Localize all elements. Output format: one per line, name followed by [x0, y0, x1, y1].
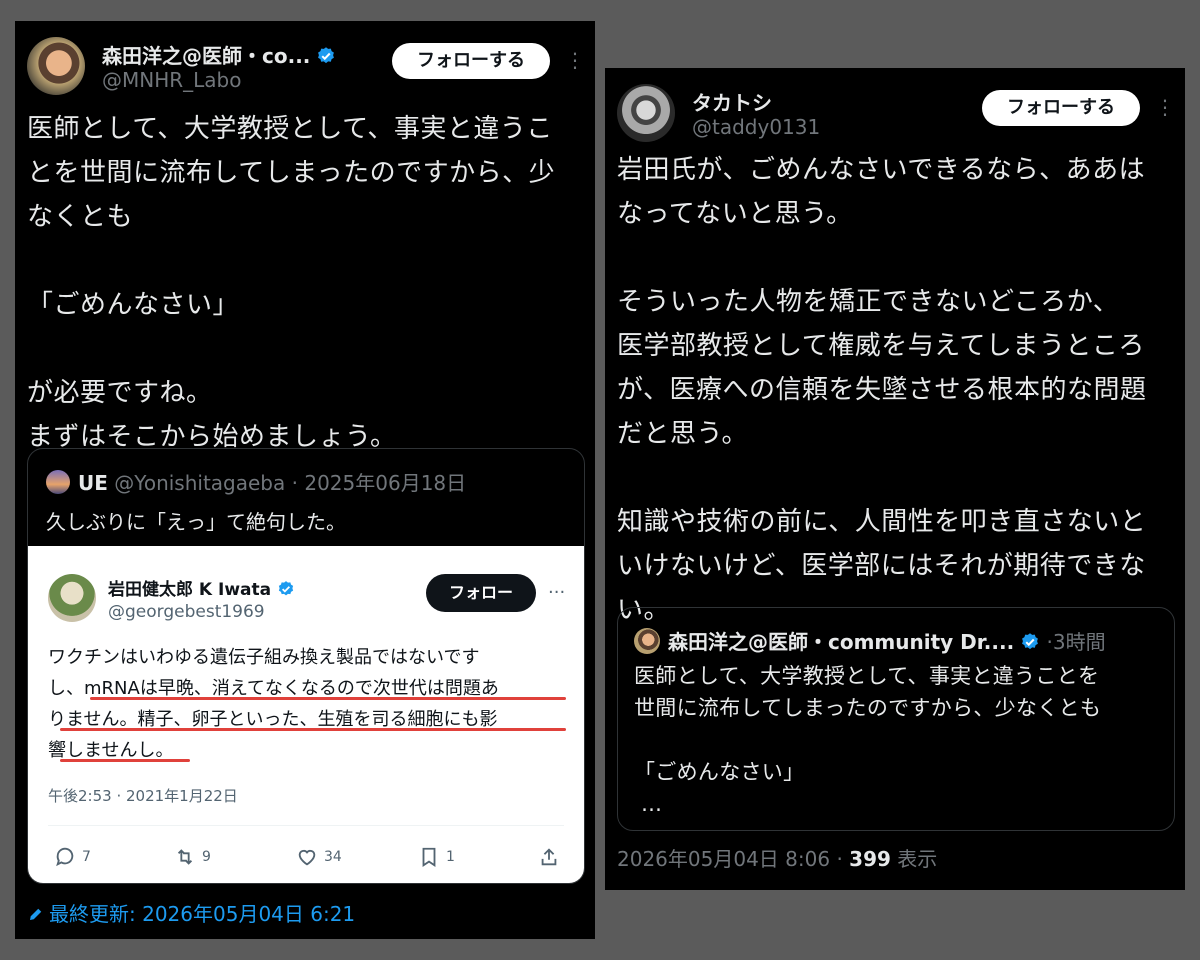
avatar[interactable] [27, 37, 85, 95]
share-icon [541, 848, 557, 866]
quote-header: 森田洋之@医師・community Dr.... ·3時間 [634, 626, 1106, 655]
quote-text: 久しぶりに「えっ」て絶句した。 [46, 510, 346, 534]
tweet-timestamp[interactable]: 2026年05月04日 8:06 [617, 847, 830, 871]
quote-text: 医師として、大学教授として、事実と違うことを 世間に流布してしまったのですから、… [634, 664, 1102, 816]
inner-more-icon: ··· [548, 582, 566, 603]
inner-tweet-text: ワクチンはいわゆる遺伝子組み換え製品ではないです し、mRNAは早晩、消えてなく… [48, 647, 499, 761]
divider [48, 825, 564, 826]
reply-count: 7 [82, 849, 91, 865]
views-label: 表示 [897, 847, 938, 871]
bookmark-count: 1 [446, 849, 455, 865]
left-tweet-panel: 森田洋之@医師・co... @MNHR_Labo フォローする ⋮ 医師として、… [15, 21, 595, 939]
bookmark-icon [422, 847, 436, 867]
more-icon[interactable]: ⋮ [1155, 96, 1175, 118]
bookmark-action: 1 [418, 846, 455, 868]
quote-date: 2025年06月18日 [304, 471, 467, 495]
quote-author-name: UE [78, 471, 108, 495]
quote-tweet-card[interactable]: UE @Yonishitagaeba · 2025年06月18日 久しぶりに「え… [27, 448, 585, 884]
retweet-icon [177, 849, 193, 865]
inner-verified-icon [279, 581, 294, 596]
reply-icon [56, 847, 74, 867]
quote-avatar [46, 470, 70, 494]
follow-button[interactable]: フォローする [392, 43, 550, 79]
avatar[interactable] [617, 84, 675, 142]
tweet-text: 医師として、大学教授として、事実と違うこ とを世間に流布してしまったのですから、… [27, 114, 556, 452]
verified-badge-icon [318, 47, 335, 64]
share-action [538, 846, 560, 868]
highlight-underline [60, 759, 190, 762]
embedded-screenshot: 岩田健太郎 K Iwata @georgebest1969 フォロー ··· ワ… [28, 546, 584, 883]
follow-button[interactable]: フォローする [982, 90, 1140, 126]
author-name[interactable]: タカトシ [692, 87, 772, 116]
inner-avatar [48, 574, 96, 622]
like-action: 34 [296, 846, 342, 868]
inner-timestamp: 午後2:53 · 2021年1月22日 [48, 787, 238, 805]
views-count: 399 [849, 847, 891, 871]
quote-author-handle: @Yonishitagaeba [114, 471, 286, 495]
right-tweet-panel: タカトシ @taddy0131 フォローする ⋮ 岩田氏が、ごめんなさいできるな… [605, 68, 1185, 890]
last-updated-text[interactable]: 最終更新: 2026年05月04日 6:21 [49, 902, 355, 926]
quote-header: UE @Yonishitagaeba · 2025年06月18日 [46, 467, 466, 496]
author-handle[interactable]: @MNHR_Labo [102, 68, 241, 92]
reply-action: 7 [54, 846, 91, 868]
author-name-row[interactable]: 森田洋之@医師・co... [102, 40, 336, 69]
inner-author-handle: @georgebest1969 [108, 602, 265, 622]
tweet-header: 森田洋之@医師・co... @MNHR_Labo フォローする ⋮ [15, 21, 595, 111]
quote-verified-icon [1022, 633, 1039, 650]
retweet-action: 9 [174, 846, 211, 868]
like-count: 34 [324, 849, 342, 865]
author-handle[interactable]: @taddy0131 [692, 115, 820, 139]
inner-author-name: 岩田健太郎 K Iwata [108, 580, 272, 600]
pencil-icon [30, 908, 42, 920]
quote-avatar [634, 628, 660, 654]
last-updated[interactable]: 最終更新: 2026年05月04日 6:21 [27, 898, 355, 927]
author-name[interactable]: 森田洋之@医師・co... [102, 44, 310, 68]
heart-icon [298, 849, 316, 866]
meta-separator: · [836, 847, 843, 871]
quote-time: 3時間 [1052, 630, 1106, 654]
quote-tweet-card[interactable]: 森田洋之@医師・community Dr.... ·3時間 医師として、大学教授… [617, 607, 1175, 831]
tweet-header: タカトシ @taddy0131 フォローする ⋮ [605, 68, 1185, 158]
inner-follow-button: フォロー [426, 574, 536, 612]
inner-author-row: 岩田健太郎 K Iwata [108, 575, 295, 600]
retweet-count: 9 [202, 849, 211, 865]
quote-author-name: 森田洋之@医師・community Dr.... [668, 630, 1015, 654]
highlight-underline [90, 697, 566, 700]
tweet-meta: 2026年05月04日 8:06 · 399 表示 [617, 843, 937, 872]
tweet-text: 岩田氏が、ごめんなさいできるなら、ああは なってないと思う。 そういった人物を矯… [617, 155, 1147, 625]
quote-separator: · [291, 471, 298, 495]
highlight-underline [60, 728, 566, 731]
more-icon[interactable]: ⋮ [565, 49, 585, 71]
